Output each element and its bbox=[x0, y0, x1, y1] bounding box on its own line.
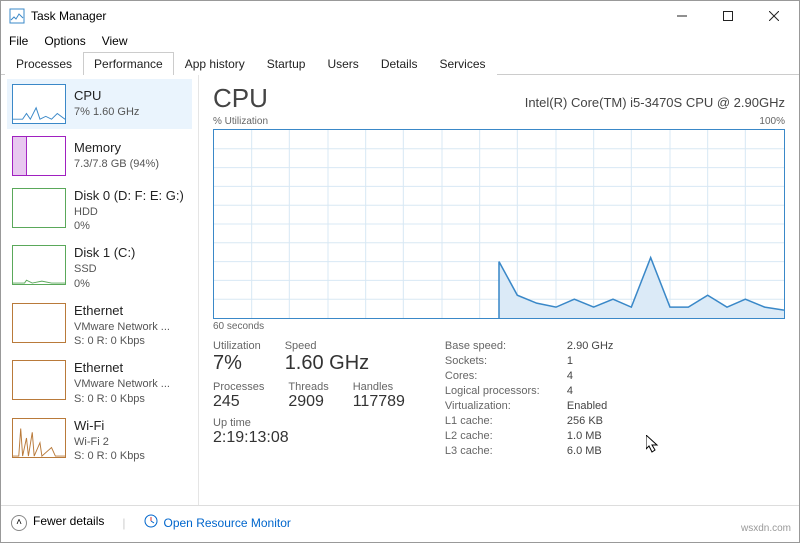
menu-options[interactable]: Options bbox=[44, 34, 85, 48]
kv-cores: 4 bbox=[567, 370, 573, 382]
kv-l3: 6.0 MB bbox=[567, 445, 602, 457]
kv-logical: 4 bbox=[567, 385, 573, 397]
cursor-icon bbox=[646, 435, 660, 453]
maximize-button[interactable] bbox=[705, 1, 751, 31]
resource-monitor-icon bbox=[144, 514, 158, 531]
chart-x-label: 60 seconds bbox=[213, 321, 785, 332]
app-icon bbox=[9, 8, 25, 24]
menu-file[interactable]: File bbox=[9, 34, 28, 48]
sidebar-item-label: CPU bbox=[74, 88, 139, 105]
sidebar-item-label: Disk 1 (C:) bbox=[74, 245, 135, 262]
chart-y-max: 100% bbox=[759, 116, 785, 127]
sidebar-item-disk-1[interactable]: Disk 1 (C:)SSD0% bbox=[7, 240, 192, 295]
menu-view[interactable]: View bbox=[102, 34, 128, 48]
stat-utilization: 7% bbox=[213, 352, 261, 375]
open-resource-monitor-link[interactable]: Open Resource Monitor bbox=[144, 514, 291, 531]
sidebar-item-label: Ethernet bbox=[74, 360, 170, 377]
cpu-utilization-chart bbox=[213, 129, 785, 319]
performance-sidebar: CPU7% 1.60 GHz Memory7.3/7.8 GB (94%) Di… bbox=[1, 75, 199, 505]
sidebar-item-ethernet-2[interactable]: EthernetVMware Network ...S: 0 R: 0 Kbps bbox=[7, 355, 192, 410]
stat-speed: 1.60 GHz bbox=[285, 352, 369, 375]
sidebar-item-memory[interactable]: Memory7.3/7.8 GB (94%) bbox=[7, 131, 192, 181]
sidebar-item-ethernet-1[interactable]: EthernetVMware Network ...S: 0 R: 0 Kbps bbox=[7, 298, 192, 353]
chevron-up-icon: ˄ bbox=[11, 515, 27, 531]
sidebar-item-cpu[interactable]: CPU7% 1.60 GHz bbox=[7, 79, 192, 129]
stat-handles: 117789 bbox=[353, 393, 405, 411]
chart-y-label: % Utilization bbox=[213, 116, 268, 127]
sidebar-item-label: Wi-Fi bbox=[74, 418, 145, 435]
kv-sockets: 1 bbox=[567, 355, 573, 367]
watermark: wsxdn.com bbox=[741, 523, 791, 534]
stat-processes: 245 bbox=[213, 393, 264, 411]
tab-startup[interactable]: Startup bbox=[256, 52, 317, 75]
sidebar-item-disk-0[interactable]: Disk 0 (D: F: E: G:)HDD0% bbox=[7, 183, 192, 238]
page-title: CPU bbox=[213, 83, 268, 114]
tab-details[interactable]: Details bbox=[370, 52, 429, 75]
tab-performance[interactable]: Performance bbox=[83, 52, 174, 75]
sidebar-item-label: Disk 0 (D: F: E: G:) bbox=[74, 188, 184, 205]
stat-threads: 2909 bbox=[288, 393, 328, 411]
tab-app-history[interactable]: App history bbox=[174, 52, 256, 75]
tab-services[interactable]: Services bbox=[429, 52, 497, 75]
sidebar-item-label: Memory bbox=[74, 140, 159, 157]
minimize-button[interactable] bbox=[659, 1, 705, 31]
window-title: Task Manager bbox=[31, 9, 106, 23]
cpu-model: Intel(R) Core(TM) i5-3470S CPU @ 2.90GHz bbox=[525, 95, 785, 110]
tab-processes[interactable]: Processes bbox=[5, 52, 83, 75]
kv-l1: 256 KB bbox=[567, 415, 603, 427]
sidebar-item-label: Ethernet bbox=[74, 303, 170, 320]
tab-users[interactable]: Users bbox=[316, 52, 369, 75]
kv-l2: 1.0 MB bbox=[567, 430, 602, 442]
stat-uptime: 2:19:13:08 bbox=[213, 429, 405, 447]
kv-base-speed: 2.90 GHz bbox=[567, 340, 613, 352]
sidebar-item-wifi[interactable]: Wi-FiWi-Fi 2S: 0 R: 0 Kbps bbox=[7, 413, 192, 468]
close-button[interactable] bbox=[751, 1, 797, 31]
fewer-details-button[interactable]: ˄Fewer details bbox=[11, 514, 104, 531]
kv-virtualization: Enabled bbox=[567, 400, 607, 412]
